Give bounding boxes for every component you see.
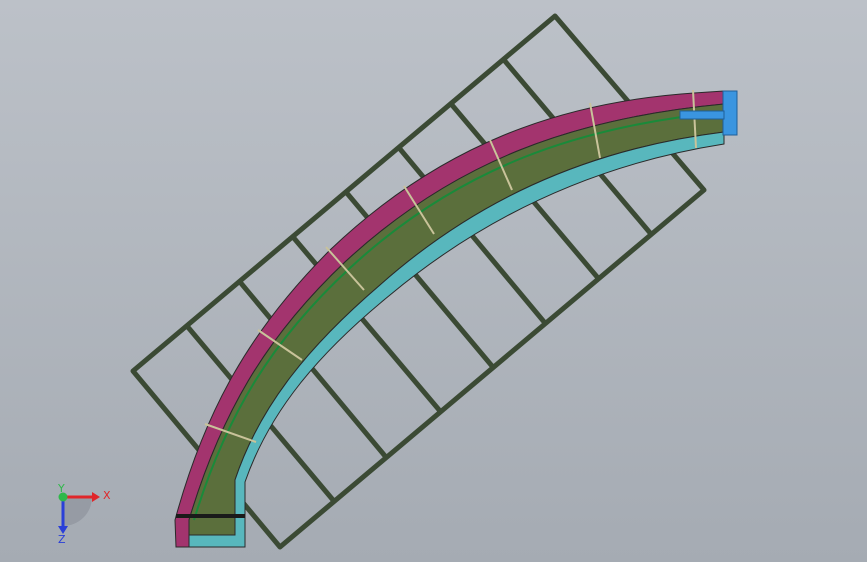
z-axis-label: Z (58, 533, 66, 546)
graphics-viewport[interactable]: X Y Z (0, 0, 867, 562)
cad-model-view[interactable]: X Y Z (0, 0, 867, 562)
end-cap-slot (679, 110, 725, 120)
y-axis-label: Y (57, 482, 65, 495)
triad-shading (63, 497, 92, 526)
curved-conveyor[interactable] (174, 89, 738, 548)
view-triad[interactable]: X Y Z (57, 482, 111, 546)
x-axis-label: X (103, 489, 111, 502)
x-axis-arrowhead (92, 492, 100, 502)
end-cap-body[interactable] (722, 90, 738, 136)
